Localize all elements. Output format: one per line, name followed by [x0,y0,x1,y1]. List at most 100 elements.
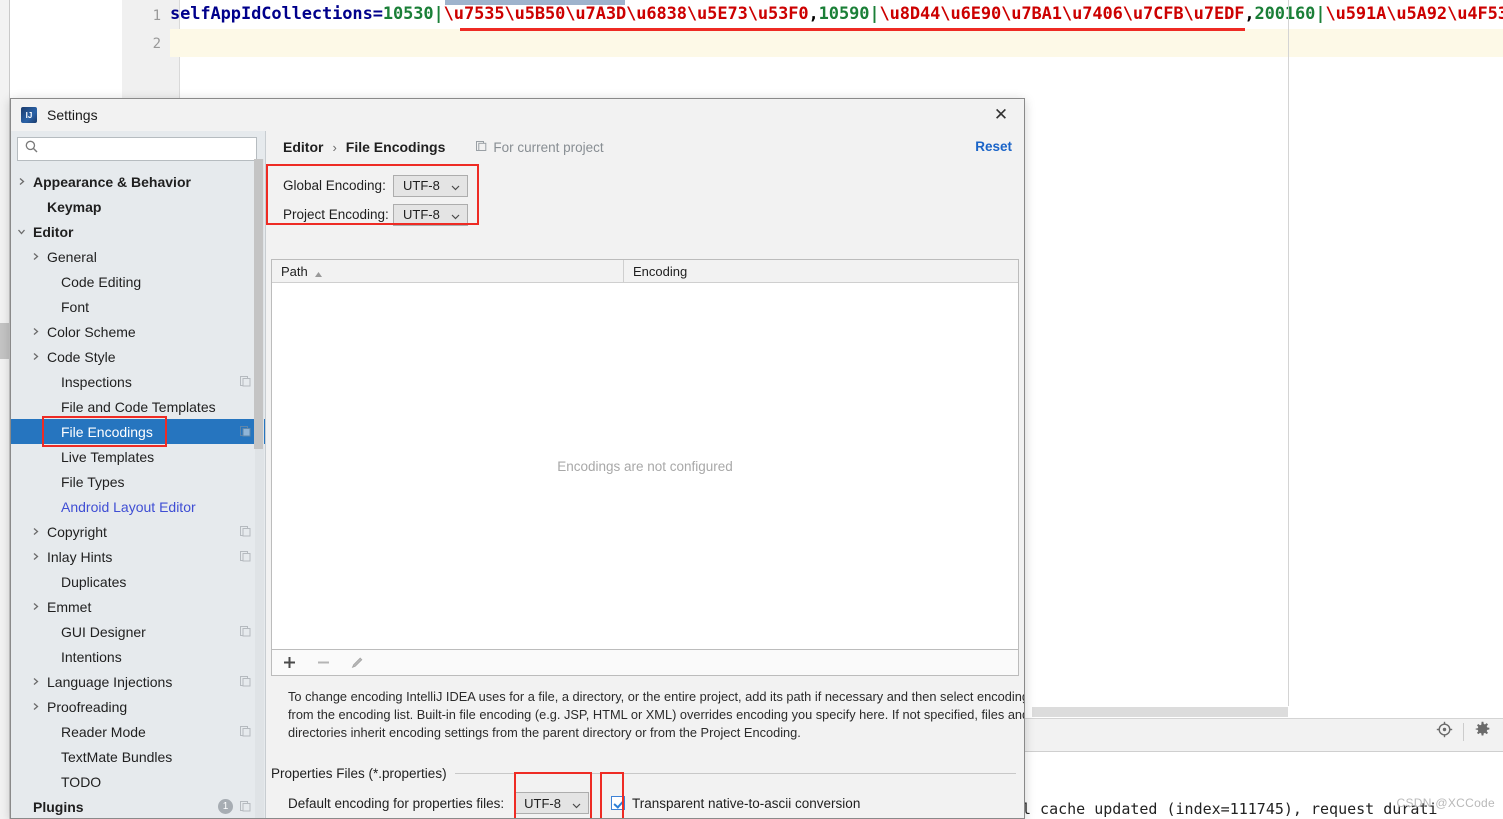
for-current-project-label: For current project [493,139,604,155]
console-toolbar [1020,718,1503,752]
close-icon[interactable]: ✕ [978,99,1024,131]
sidebar-item-keymap[interactable]: Keymap [11,194,265,219]
sidebar-item-duplicates[interactable]: Duplicates [11,569,265,594]
project-scope-icon [239,375,252,388]
sidebar-item-label: Keymap [47,198,102,215]
chevron-down-icon [571,798,582,809]
console-scrollbar-thumb[interactable] [1032,707,1288,717]
chevron-down-icon[interactable] [15,225,28,238]
project-scope-icon [239,525,252,538]
code-token-9: | [1315,4,1326,24]
sidebar-item-android-layout-editor[interactable]: Android Layout Editor [11,494,265,519]
settings-sidebar: Appearance & Behavior Keymap Editor General… [11,131,266,818]
table-empty-message: Encodings are not configured [557,458,733,474]
line-number-1: 1 [152,8,161,24]
sidebar-item-label: File Encodings [61,423,153,440]
search-input[interactable] [43,140,243,158]
default-properties-encoding-value: UTF-8 [524,795,561,811]
column-header-encoding[interactable]: Encoding [624,260,1018,282]
sidebar-item-label: GUI Designer [61,623,146,640]
chevron-right-icon[interactable] [29,600,42,613]
column-header-encoding-label: Encoding [633,263,688,279]
chevron-right-icon[interactable] [29,700,42,713]
column-header-path[interactable]: Path [272,260,624,282]
sidebar-item-font[interactable]: Font [11,294,265,319]
sidebar-item-label: Font [61,298,90,315]
editor-left-strip [0,0,10,819]
search-icon [25,140,38,158]
chevron-right-icon[interactable] [15,175,28,188]
sidebar-item-plugins[interactable]: Plugins 1 [11,794,265,818]
project-scope-icon [239,800,252,813]
chevron-right-icon[interactable] [29,325,42,338]
sidebar-item-file-and-code-templates[interactable]: File and Code Templates [11,394,265,419]
sidebar-scrollbar-track[interactable] [254,159,264,818]
sidebar-item-label: File Types [61,473,125,490]
chevron-right-icon[interactable] [29,525,42,538]
sidebar-item-copyright[interactable]: Copyright [11,519,265,544]
dialog-titlebar: Settings ✕ [11,99,1024,131]
search-box[interactable] [17,137,257,161]
sidebar-item-intentions[interactable]: Intentions [11,644,265,669]
default-properties-encoding-row: Default encoding for properties files: U… [288,792,860,814]
chevron-right-icon[interactable] [29,250,42,263]
sidebar-item-reader-mode[interactable]: Reader Mode [11,719,265,744]
sidebar-item-label: General [47,248,97,265]
line-number-2: 2 [152,36,161,52]
editor-left-scroll-thumb[interactable] [0,323,9,359]
sidebar-item-editor[interactable]: Editor [11,219,265,244]
native-to-ascii-checkbox[interactable] [610,796,625,810]
properties-group-title: Properties Files (*.properties) [271,766,447,781]
global-encoding-label: Global Encoding: [283,178,386,193]
code-token-7: , [1244,4,1255,24]
sidebar-item-inspections[interactable]: Inspections [11,369,265,394]
project-encoding-label: Project Encoding: [283,207,389,222]
editor-horizontal-scrollbar-thumb[interactable] [445,0,625,5]
sidebar-item-code-editing[interactable]: Code Editing [11,269,265,294]
sidebar-item-label: Copyright [47,523,107,540]
code-segments: 10530|\u7535\u5B50\u7A3D\u6838\u5E73\u53… [383,4,1503,24]
dialog-title: Settings [47,107,98,123]
sidebar-item-language-injections[interactable]: Language Injections [11,669,265,694]
intellij-logo-icon [21,107,37,123]
sidebar-item-code-style[interactable]: Code Style [11,344,265,369]
reset-link[interactable]: Reset [975,139,1012,154]
sidebar-item-file-types[interactable]: File Types [11,469,265,494]
gear-icon[interactable] [1474,721,1491,743]
chevron-right-icon[interactable] [29,675,42,688]
remove-button[interactable] [314,654,332,672]
sidebar-item-file-encodings[interactable]: File Encodings [11,419,265,444]
sidebar-scrollbar-thumb[interactable] [254,159,263,449]
sidebar-item-emmet[interactable]: Emmet [11,594,265,619]
chevron-right-icon[interactable] [29,350,42,363]
locate-icon[interactable] [1436,721,1453,743]
sidebar-item-color-scheme[interactable]: Color Scheme [11,319,265,344]
toolbar-divider [1463,723,1464,741]
add-button[interactable] [280,654,298,672]
edit-pencil-icon[interactable] [348,654,366,672]
sidebar-item-live-templates[interactable]: Live Templates [11,444,265,469]
code-token-6: \u8D44\u6E90\u7BA1\u7406\u7CFB\u7EDF [879,4,1245,24]
global-encoding-dropdown[interactable]: UTF-8 [393,174,468,197]
project-encoding-dropdown[interactable]: UTF-8 [393,203,468,226]
project-scope-icon [239,550,252,563]
sidebar-item-inlay-hints[interactable]: Inlay Hints [11,544,265,569]
sidebar-item-label: Emmet [47,598,92,615]
sidebar-item-count-badge: 1 [218,799,233,814]
sidebar-item-proofreading[interactable]: Proofreading [11,694,265,719]
sidebar-item-textmate-bundles[interactable]: TextMate Bundles [11,744,265,769]
sidebar-item-gui-designer[interactable]: GUI Designer [11,619,265,644]
sidebar-item-appearance-behavior[interactable]: Appearance & Behavior [11,169,265,194]
native-to-ascii-label: Transparent native-to-ascii conversion [631,795,861,811]
code-line-1[interactable]: selfAppIdCollections=10530|\u7535\u5B50\… [170,0,1503,29]
breadcrumb-current: File Encodings [345,139,446,155]
default-properties-encoding-dropdown[interactable]: UTF-8 [514,792,589,814]
table-toolbar [271,650,1019,676]
sidebar-item-todo[interactable]: TODO [11,769,265,794]
sidebar-item-label: Color Scheme [47,323,136,340]
chevron-right-icon[interactable] [29,550,42,563]
default-properties-encoding-label: Default encoding for properties files: [288,795,505,811]
sidebar-item-general[interactable]: General [11,244,265,269]
encodings-table: Path Encoding Encodings are not configur… [271,259,1019,650]
breadcrumb-parent[interactable]: Editor [283,139,323,155]
